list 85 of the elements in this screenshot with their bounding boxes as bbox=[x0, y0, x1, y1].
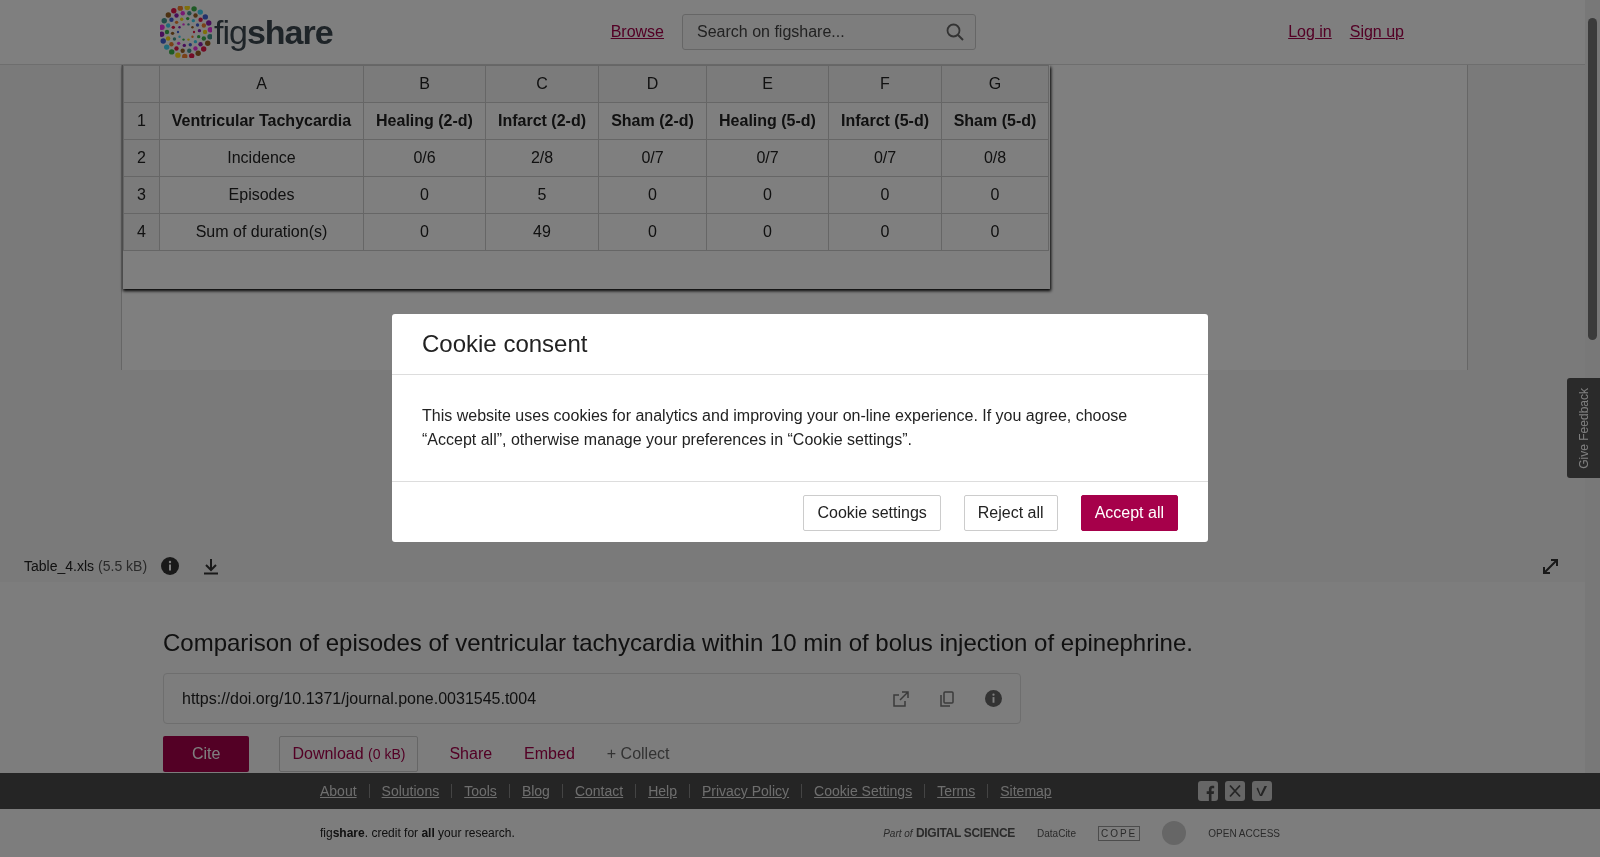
row-number: 1 bbox=[123, 102, 160, 140]
partner-logo[interactable]: DataCite bbox=[1037, 827, 1076, 839]
column-header: C bbox=[485, 65, 599, 103]
column-header: D bbox=[598, 65, 707, 103]
table-cell: 0 bbox=[706, 213, 829, 251]
file-name: Table_4.xls bbox=[24, 558, 95, 574]
table-cell: Incidence bbox=[159, 139, 364, 177]
action-button[interactable]: + Collect bbox=[605, 736, 671, 772]
table-cell: Healing (5-d) bbox=[706, 102, 829, 140]
table-cell: 0 bbox=[941, 176, 1049, 214]
column-header: G bbox=[941, 65, 1049, 103]
footer-link[interactable]: Privacy Policy bbox=[688, 784, 802, 798]
partner-logo[interactable]: COPE bbox=[1097, 825, 1141, 841]
facebook-icon[interactable] bbox=[1198, 781, 1218, 801]
table-cell: 0 bbox=[363, 213, 486, 251]
search-field[interactable]: Search on figshare... bbox=[682, 14, 976, 50]
table-cell: 0/7 bbox=[598, 139, 707, 177]
auth-link[interactable]: Log in bbox=[1288, 23, 1332, 41]
dialog-button[interactable]: Reject all bbox=[963, 495, 1058, 531]
auth-link[interactable]: Sign up bbox=[1349, 23, 1404, 41]
table-cell: Healing (2-d) bbox=[363, 102, 486, 140]
vimeo-icon[interactable] bbox=[1252, 781, 1272, 801]
footer-link[interactable]: Help bbox=[635, 784, 689, 798]
column-header: A bbox=[159, 65, 364, 103]
action-button[interactable]: Embed bbox=[523, 736, 576, 772]
footer-link[interactable]: Sitemap bbox=[987, 784, 1064, 798]
logo-wordmark[interactable]: figshare bbox=[214, 12, 333, 52]
column-header: F bbox=[828, 65, 942, 103]
footer-link[interactable]: About bbox=[320, 784, 369, 798]
info-icon[interactable] bbox=[161, 557, 180, 575]
table-cell: 5 bbox=[485, 176, 599, 214]
table-cell: 0/6 bbox=[363, 139, 486, 177]
footer-link[interactable]: Cookie Settings bbox=[801, 784, 925, 798]
table-cell: 0/7 bbox=[828, 139, 942, 177]
external-link-icon[interactable] bbox=[893, 690, 909, 707]
table-cell: Infarct (2-d) bbox=[485, 102, 599, 140]
footer-tagline: figshare. credit for all your research. bbox=[320, 826, 515, 840]
table-cell: Sum of duration(s) bbox=[159, 213, 364, 251]
dialog-title: Cookie consent bbox=[422, 329, 589, 359]
partner-logo[interactable]: Part of DIGITAL SCIENCE bbox=[883, 826, 1016, 840]
table-cell: 0/8 bbox=[941, 139, 1049, 177]
table-cell: 0/7 bbox=[706, 139, 829, 177]
fullscreen-icon[interactable] bbox=[1543, 558, 1558, 574]
table-cell: 0 bbox=[828, 213, 942, 251]
copy-icon[interactable] bbox=[939, 690, 955, 707]
table-cell: 0 bbox=[363, 176, 486, 214]
partner-logo[interactable]: OPEN ACCESS bbox=[1208, 827, 1280, 839]
row-number: 3 bbox=[123, 176, 160, 214]
row-number: 4 bbox=[123, 213, 160, 251]
table-cell: 0 bbox=[598, 213, 707, 251]
footer-link[interactable]: Tools bbox=[451, 784, 509, 798]
search-icon[interactable] bbox=[946, 23, 964, 41]
table-cell: 0 bbox=[828, 176, 942, 214]
table-cell: Ventricular Tachycardia bbox=[159, 102, 364, 140]
table-cell: 2/8 bbox=[485, 139, 599, 177]
browse-link[interactable]: Browse bbox=[610, 23, 664, 41]
doi-link[interactable]: https://doi.org/10.1371/journal.pone.0031545.t004 bbox=[182, 689, 863, 708]
footer-link[interactable]: Solutions bbox=[368, 784, 452, 798]
item-title: Comparison of episodes of ventricular tachycardia within 10 min of bolus injection of epinephrine. bbox=[163, 629, 1194, 657]
file-size: (5.5 kB) bbox=[98, 558, 148, 574]
table-cell: 49 bbox=[485, 213, 599, 251]
dialog-button[interactable]: Cookie settings bbox=[803, 495, 941, 531]
column-header: B bbox=[363, 65, 486, 103]
footer-link[interactable]: Contact bbox=[561, 784, 636, 798]
row-number: 2 bbox=[123, 139, 160, 177]
table-cell: 0 bbox=[941, 213, 1049, 251]
download-icon[interactable] bbox=[203, 557, 220, 575]
action-button[interactable]: Download (0 kB) bbox=[279, 736, 419, 772]
table-cell: Sham (2-d) bbox=[598, 102, 707, 140]
table-cell: Episodes bbox=[159, 176, 364, 214]
cite-button[interactable]: Cite bbox=[163, 736, 250, 772]
x-icon[interactable] bbox=[1225, 781, 1245, 801]
table-cell: 0 bbox=[598, 176, 707, 214]
table-cell: Infarct (5-d) bbox=[828, 102, 942, 140]
action-button[interactable]: Share bbox=[448, 736, 494, 772]
logo-icon bbox=[160, 6, 212, 58]
footer-link[interactable]: Blog bbox=[508, 784, 562, 798]
column-header: E bbox=[706, 65, 829, 103]
dialog-button[interactable]: Accept all bbox=[1080, 495, 1178, 531]
feedback-tab[interactable]: Give Feedback bbox=[1567, 378, 1600, 478]
info-icon[interactable] bbox=[985, 690, 1002, 707]
table-cell: Sham (5-d) bbox=[941, 102, 1049, 140]
dialog-text: This website uses cookies for analytics and improving your on-line experience. If you agree, choose “Accept all”, otherwise manage your preferences in “Cookie settings”. bbox=[422, 406, 1129, 450]
footer-link[interactable]: Terms bbox=[924, 784, 988, 798]
table-cell: 0 bbox=[706, 176, 829, 214]
